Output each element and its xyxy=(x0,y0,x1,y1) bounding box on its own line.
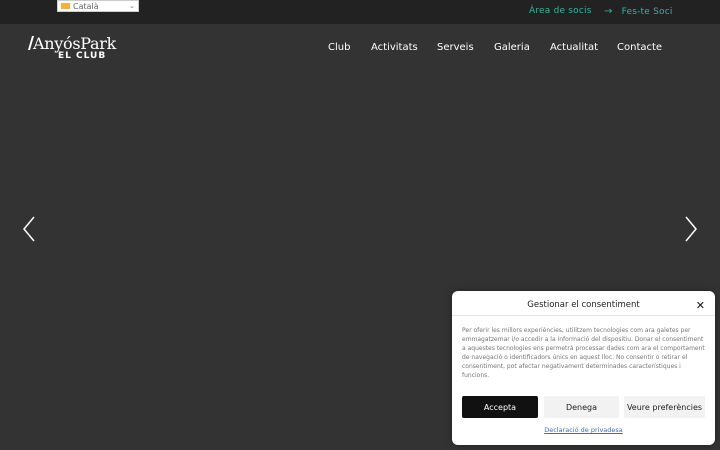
flag-icon xyxy=(61,3,70,9)
members-area-link[interactable]: Àrea de socis xyxy=(529,6,592,16)
consent-body: Per oferir les millors experiències, uti… xyxy=(462,327,705,380)
nav-item-galeria[interactable]: Galeria xyxy=(494,42,530,53)
chevron-left-icon[interactable] xyxy=(22,216,36,242)
nav-item-activitats[interactable]: Activitats xyxy=(371,42,418,53)
preferences-button[interactable]: Veure preferències xyxy=(624,396,705,418)
arrow-right-icon: → xyxy=(604,6,613,17)
become-member-link[interactable]: → Fes-te Soci xyxy=(604,6,673,17)
language-select[interactable]: Català ⌄ xyxy=(57,0,139,12)
nav-item-serveis[interactable]: Serveis xyxy=(437,42,474,53)
privacy-policy-link[interactable]: Declaració de privadesa xyxy=(452,426,715,434)
nav-item-contacte[interactable]: Contacte xyxy=(617,42,662,53)
chevron-down-icon: ⌄ xyxy=(129,2,135,10)
divider xyxy=(452,315,715,316)
consent-title: Gestionar el consentiment xyxy=(527,300,640,310)
close-icon[interactable]: ✕ xyxy=(696,299,705,312)
nav-item-actualitat[interactable]: Actualitat xyxy=(550,42,598,53)
deny-button[interactable]: Denega xyxy=(544,396,619,418)
cookie-consent-dialog: Gestionar el consentiment ✕ Per oferir l… xyxy=(452,291,715,445)
nav-item-club[interactable]: Club xyxy=(328,42,350,53)
language-selected: Català xyxy=(73,1,99,11)
site-header: AnyósPark EL CLUB Club Activitats Servei… xyxy=(0,24,720,74)
chevron-right-icon[interactable] xyxy=(684,216,698,242)
accept-button[interactable]: Accepta xyxy=(462,396,538,418)
site-logo[interactable]: AnyósPark EL CLUB xyxy=(27,34,117,64)
top-bar: Català ⌄ Àrea de socis → Fes-te Soci xyxy=(0,0,720,24)
logo-subtitle: EL CLUB xyxy=(58,51,107,61)
become-member-label: Fes-te Soci xyxy=(621,7,673,17)
